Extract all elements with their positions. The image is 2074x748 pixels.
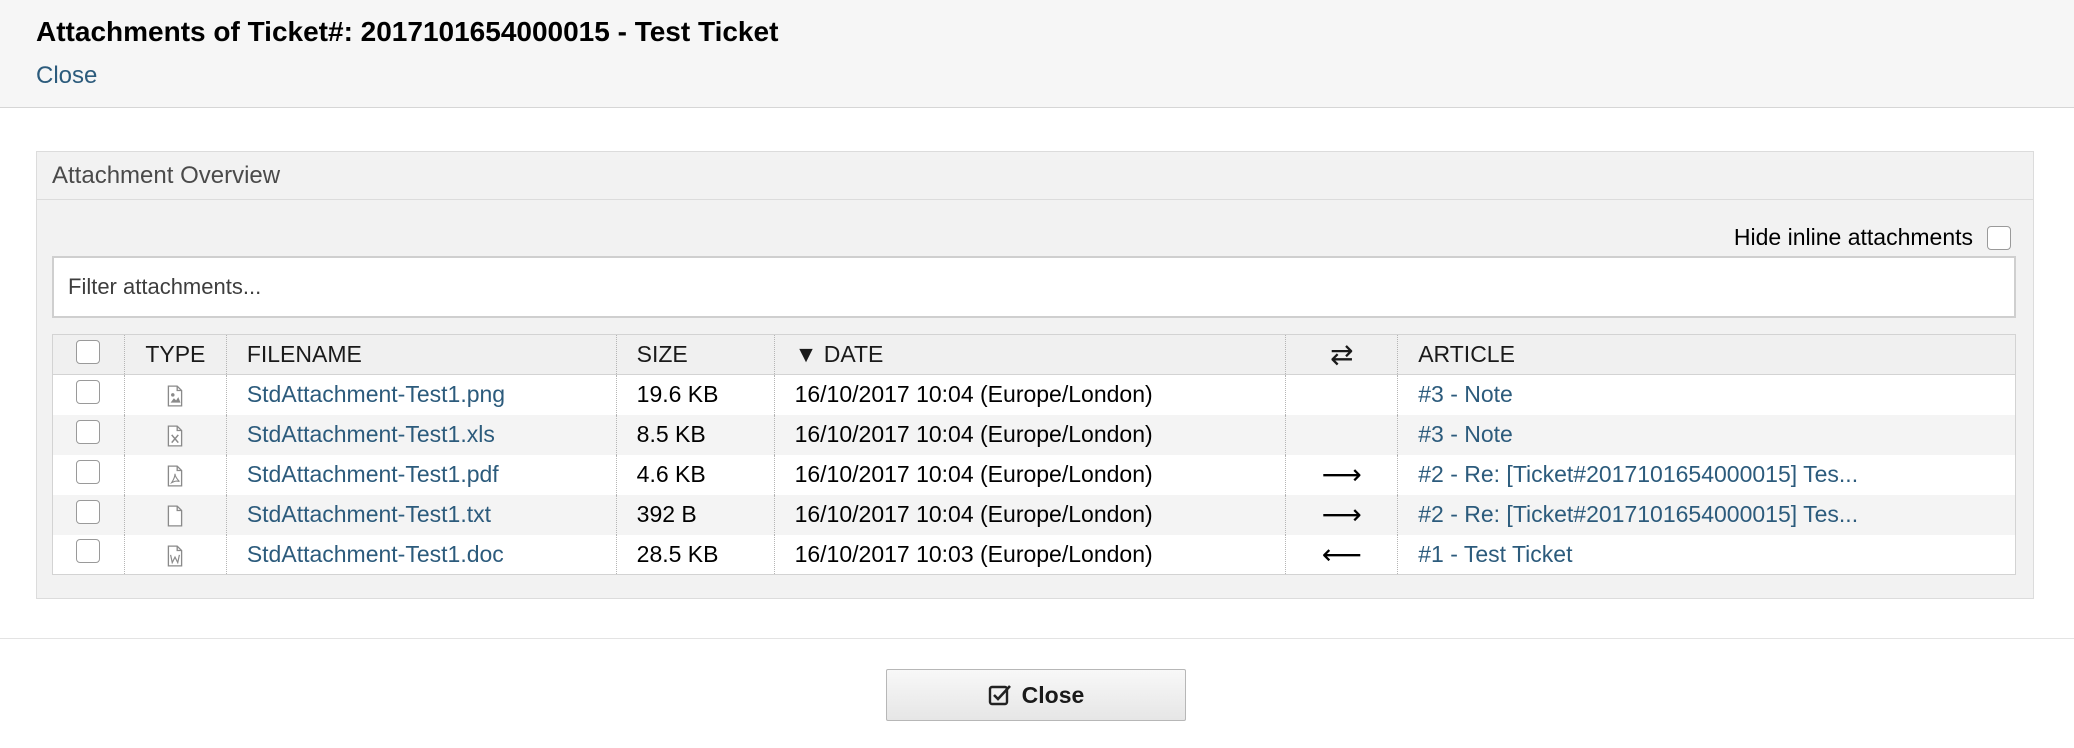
filename-link[interactable]: StdAttachment-Test1.png bbox=[247, 381, 505, 407]
article-link[interactable]: #2 - Re: [Ticket#2017101654000015] Tes..… bbox=[1418, 501, 1858, 527]
row-checkbox[interactable] bbox=[76, 499, 101, 524]
attachment-overview-widget: Attachment Overview Hide inline attachme… bbox=[36, 151, 2034, 599]
page-title: Attachments of Ticket#: 2017101654000015… bbox=[36, 16, 779, 47]
direction-cell bbox=[1285, 414, 1398, 455]
column-header-article[interactable]: ARTICLE bbox=[1397, 334, 2016, 375]
select-all-checkbox[interactable] bbox=[76, 339, 101, 364]
size-cell: 28.5 KB bbox=[615, 534, 775, 575]
row-checkbox[interactable] bbox=[76, 459, 101, 484]
article-cell: #2 - Re: [Ticket#2017101654000015] Tes..… bbox=[1397, 454, 2016, 495]
table-row: StdAttachment-Test1.png 19.6 KB 16/10/2017… bbox=[53, 374, 2016, 415]
row-select-cell bbox=[53, 535, 125, 575]
article-link[interactable]: #2 - Re: [Ticket#2017101654000015] Tes..… bbox=[1418, 461, 1858, 487]
filename-cell: StdAttachment-Test1.pdf bbox=[225, 454, 617, 495]
article-link[interactable]: #3 - Note bbox=[1418, 381, 1513, 407]
column-header-filename[interactable]: FILENAME bbox=[225, 334, 617, 375]
direction-cell: ⟵ bbox=[1285, 534, 1398, 575]
row-checkbox[interactable] bbox=[76, 419, 101, 444]
date-cell: 16/10/2017 10:04 (Europe/London) bbox=[773, 454, 1286, 495]
checkbox-check-icon bbox=[988, 685, 1011, 706]
direction-cell bbox=[1285, 374, 1398, 415]
row-select-cell bbox=[52, 414, 125, 455]
close-button-label: Close bbox=[1021, 681, 1085, 708]
row-checkbox[interactable] bbox=[76, 379, 101, 404]
article-link[interactable]: #3 - Note bbox=[1418, 421, 1513, 447]
size-cell: 4.6 KB bbox=[615, 454, 775, 495]
type-cell bbox=[123, 534, 227, 575]
excel-file-icon bbox=[168, 425, 183, 447]
article-cell: #2 - Re: [Ticket#2017101654000015] Tes..… bbox=[1397, 494, 2016, 535]
filename-link[interactable]: StdAttachment-Test1.doc bbox=[247, 541, 504, 567]
size-cell: 19.6 KB bbox=[615, 374, 775, 415]
row-checkbox[interactable] bbox=[76, 539, 101, 564]
direction-cell: ⟶ bbox=[1285, 494, 1398, 535]
image-file-icon bbox=[168, 385, 183, 407]
filter-attachments-input[interactable] bbox=[52, 256, 2016, 318]
filename-cell: StdAttachment-Test1.xls bbox=[225, 414, 617, 455]
filename-cell: StdAttachment-Test1.png bbox=[225, 374, 617, 415]
footer-divider bbox=[0, 638, 2074, 639]
date-cell: 16/10/2017 10:04 (Europe/London) bbox=[773, 374, 1286, 415]
table-header-row: TYPE FILENAME SIZE ▼ DATE ⇄ ARTICLE bbox=[52, 334, 2016, 375]
column-header-date[interactable]: ▼ DATE bbox=[773, 334, 1286, 375]
hide-inline-toggle: Hide inline attachments bbox=[1734, 224, 2011, 251]
column-header-direction[interactable]: ⇄ bbox=[1285, 334, 1398, 375]
header-close-link[interactable]: Close bbox=[36, 62, 97, 90]
pdf-file-icon bbox=[168, 465, 183, 487]
date-cell: 16/10/2017 10:04 (Europe/London) bbox=[773, 494, 1286, 535]
type-cell bbox=[123, 374, 227, 415]
article-cell: #1 - Test Ticket bbox=[1397, 534, 2016, 575]
filename-cell: StdAttachment-Test1.txt bbox=[225, 494, 617, 535]
table-row: StdAttachment-Test1.pdf 4.6 KB 16/10/2017 … bbox=[53, 454, 2016, 495]
table-row: StdAttachment-Test1.doc 28.5 KB 16/10/2017… bbox=[53, 534, 2016, 575]
type-cell bbox=[123, 414, 227, 455]
row-select-cell bbox=[53, 375, 125, 415]
article-cell: #3 - Note bbox=[1397, 374, 2016, 415]
direction-cell: ⟶ bbox=[1285, 454, 1398, 495]
article-cell: #3 - Note bbox=[1397, 414, 2016, 455]
size-cell: 392 B bbox=[615, 494, 775, 535]
article-link[interactable]: #1 - Test Ticket bbox=[1418, 541, 1572, 567]
column-header-type[interactable]: TYPE bbox=[123, 334, 227, 375]
filename-cell: StdAttachment-Test1.doc bbox=[225, 534, 617, 575]
table-row: StdAttachment-Test1.txt 392 B 16/10/2017 1… bbox=[52, 494, 2016, 535]
date-cell: 16/10/2017 10:04 (Europe/London) bbox=[773, 414, 1286, 455]
attachments-table: TYPE FILENAME SIZE ▼ DATE ⇄ ARTICLE StdA… bbox=[52, 334, 2016, 575]
row-select-cell bbox=[52, 494, 125, 535]
column-header-size[interactable]: SIZE bbox=[615, 334, 775, 375]
filename-link[interactable]: StdAttachment-Test1.pdf bbox=[247, 461, 499, 487]
dialog-header: Attachments of Ticket#: 2017101654000015… bbox=[0, 0, 2074, 108]
widget-title: Attachment Overview bbox=[37, 152, 2033, 200]
close-button[interactable]: Close bbox=[886, 669, 1186, 721]
select-all-cell bbox=[52, 334, 125, 375]
row-select-cell bbox=[53, 455, 125, 495]
type-cell bbox=[123, 494, 227, 535]
size-cell: 8.5 KB bbox=[615, 414, 775, 455]
date-cell: 16/10/2017 10:03 (Europe/London) bbox=[773, 534, 1286, 575]
hide-inline-label: Hide inline attachments bbox=[1733, 224, 1973, 250]
hide-inline-checkbox[interactable] bbox=[1987, 225, 2011, 250]
filename-link[interactable]: StdAttachment-Test1.txt bbox=[247, 501, 491, 527]
text-file-icon bbox=[168, 505, 183, 527]
filename-link[interactable]: StdAttachment-Test1.xls bbox=[247, 421, 495, 447]
table-row: StdAttachment-Test1.xls 8.5 KB 16/10/2017 … bbox=[52, 414, 2016, 455]
type-cell bbox=[123, 454, 227, 495]
word-file-icon bbox=[168, 545, 183, 567]
